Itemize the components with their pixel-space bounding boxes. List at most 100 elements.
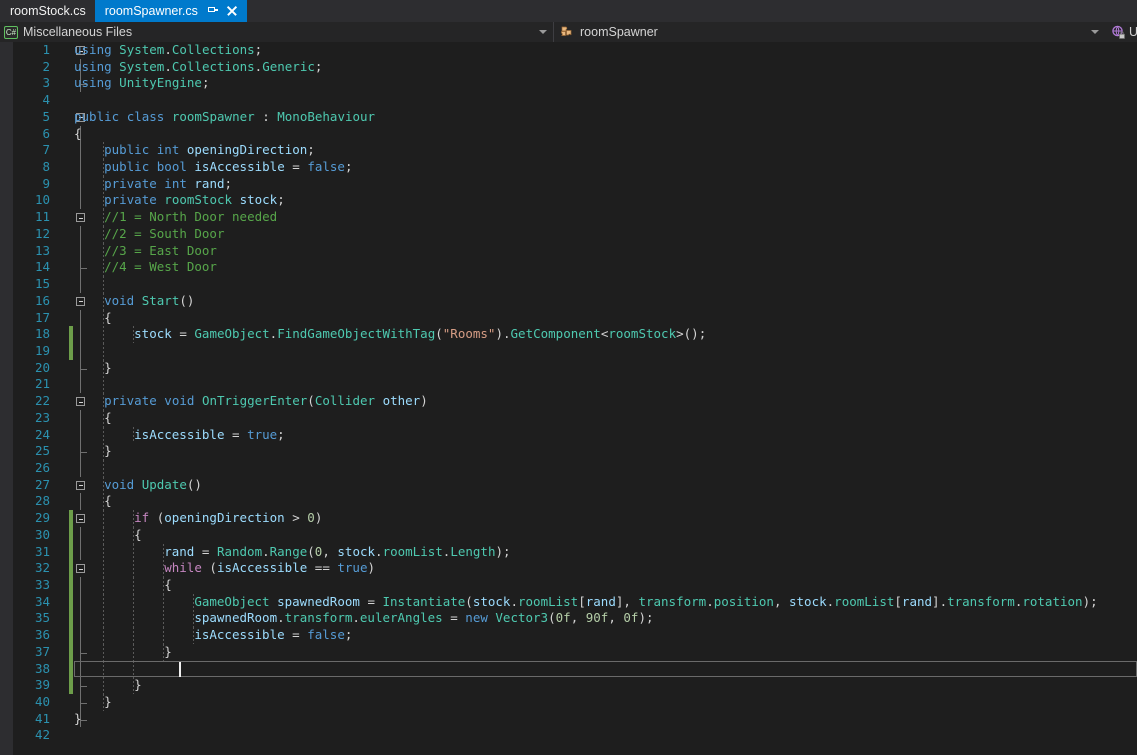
outline-connector [80,426,81,444]
code-line[interactable]: 34 GameObject spawnedRoom = Instantiate(s… [13,593,1137,611]
outline-connector [80,225,81,243]
code-line[interactable]: 37} [13,643,1137,661]
code-line[interactable]: 8 public bool isAccessible = false; [13,159,1137,176]
code-line[interactable]: 21 [13,376,1137,394]
outline-connector [80,627,81,644]
code-text: } [164,643,172,659]
tab-roomSpawner[interactable]: roomSpawner.cs [94,0,247,22]
line-number: 3 [42,75,50,91]
collapse-toggle-icon[interactable] [76,397,85,407]
project-context-dropdown[interactable]: C# Miscellaneous Files [0,22,553,42]
change-bar [69,560,73,577]
code-line[interactable]: 41} [13,710,1137,728]
tab-label: roomSpawner.cs [104,4,198,18]
line-number: 40 [34,694,50,710]
line-number: 21 [34,376,50,392]
code-line[interactable]: 18 stock = GameObject.FindGameObjectWithT… [13,326,1137,343]
code-line[interactable]: 1 using System.Collections; [13,42,1137,59]
code-text: spawnedRoom.transform.eulerAngles = new … [194,610,654,626]
collapse-toggle-icon[interactable] [76,480,85,490]
code-line[interactable]: 27 void Update() [13,476,1137,494]
tab-roomStock[interactable]: roomStock.cs [0,0,95,22]
code-line[interactable]: 25} [13,443,1137,460]
code-line[interactable]: 33 { [13,577,1137,594]
code-editor[interactable]: 1 using System.Collections; 2 using System.… [0,42,1137,755]
code-line[interactable]: 9 private int rand; [13,175,1137,193]
indent-guide [163,627,165,644]
code-line[interactable]: 36 isAccessible = false; [13,627,1137,644]
close-icon[interactable] [226,5,238,17]
code-line[interactable]: 19 [13,342,1137,360]
indent-guide [103,342,105,360]
code-line[interactable]: 4 [13,92,1137,109]
clipped-label: U [1129,25,1137,39]
code-line[interactable]: 7 public int openingDirection; [13,142,1137,160]
outline-connector [80,142,81,160]
indent-guide [133,610,135,628]
code-line[interactable]: 14 //4 = West Door [13,259,1137,277]
line-number: 25 [34,443,50,459]
line-number: 15 [34,276,50,292]
code-line[interactable]: 35 spawnedRoom.transform.eulerAngles = ne… [13,610,1137,628]
indent-guide [103,459,105,477]
code-line[interactable]: 28 { [13,493,1137,511]
member-context-value: roomSpawner [580,25,658,39]
line-number: 5 [42,108,50,124]
code-text: } [104,694,112,710]
code-line[interactable]: 32 while (isAccessible == true) [13,560,1137,577]
code-line[interactable]: 22 private void OnTriggerEnter(Collider o… [13,393,1137,410]
line-number: 29 [34,510,50,526]
indent-guide [103,510,105,527]
code-line[interactable]: 30 { [13,526,1137,544]
code-line[interactable]: 39} [13,677,1137,695]
code-line[interactable]: 12 //2 = South Door [13,225,1137,243]
code-line[interactable]: 40} [13,694,1137,711]
collapse-toggle-icon[interactable] [76,514,85,524]
outline-connector [80,192,81,210]
indent-guide [103,376,105,394]
chevron-down-icon[interactable] [1091,30,1099,34]
code-text: } [104,359,112,375]
line-number: 30 [34,526,50,542]
collapse-toggle-icon[interactable] [76,213,85,223]
code-line[interactable]: 11 //1 = North Door needed [13,209,1137,226]
code-line[interactable]: 38 [13,660,1137,678]
code-line[interactable]: 26 [13,459,1137,477]
member-context-dropdown[interactable]: roomSpawner [553,22,1105,42]
line-number: 38 [34,660,50,676]
code-line[interactable]: 42 [13,727,1137,744]
code-line[interactable]: 31 rand = Random.Range(0, stock.roomList.… [13,543,1137,561]
code-line[interactable]: 16 void Start() [13,292,1137,310]
line-number: 12 [34,225,50,241]
code-line[interactable]: 2 using System.Collections.Generic; [13,58,1137,76]
chevron-down-icon[interactable] [539,30,547,34]
code-line[interactable]: 13 //3 = East Door [13,242,1137,260]
code-line[interactable]: 20} [13,359,1137,377]
outline-connector [80,660,81,678]
code-text: } [104,443,112,459]
lock-object-icon[interactable] [1111,25,1126,40]
code-line[interactable]: 15 [13,276,1137,293]
code-line[interactable]: 6{ [13,125,1137,143]
collapse-toggle-icon[interactable] [76,296,85,306]
collapse-toggle-icon[interactable] [76,564,85,574]
code-line[interactable]: 5 public class roomSpawner : MonoBehaviou… [13,109,1137,126]
change-bar [69,510,73,527]
code-line[interactable]: 29 if (openingDirection > 0) [13,510,1137,527]
change-bar [69,593,73,611]
outline-connector [80,309,81,327]
line-number: 10 [34,192,50,208]
line-number: 34 [34,593,50,609]
line-number: 24 [34,426,50,442]
code-line[interactable]: 23 { [13,409,1137,427]
line-number: 39 [34,677,50,693]
pin-icon[interactable] [207,5,218,17]
code-line[interactable]: 17 { [13,309,1137,327]
code-line[interactable]: 10 private roomStock stock; [13,192,1137,210]
line-number: 17 [34,309,50,325]
code-line[interactable]: 3 using UnityEngine; [13,75,1137,93]
code-line[interactable]: 24 isAccessible = true; [13,426,1137,444]
editor-tab-strip: roomStock.cs roomSpawner.cs [0,0,1137,22]
change-bar [69,326,73,343]
csharp-file-icon: C# [4,25,18,39]
